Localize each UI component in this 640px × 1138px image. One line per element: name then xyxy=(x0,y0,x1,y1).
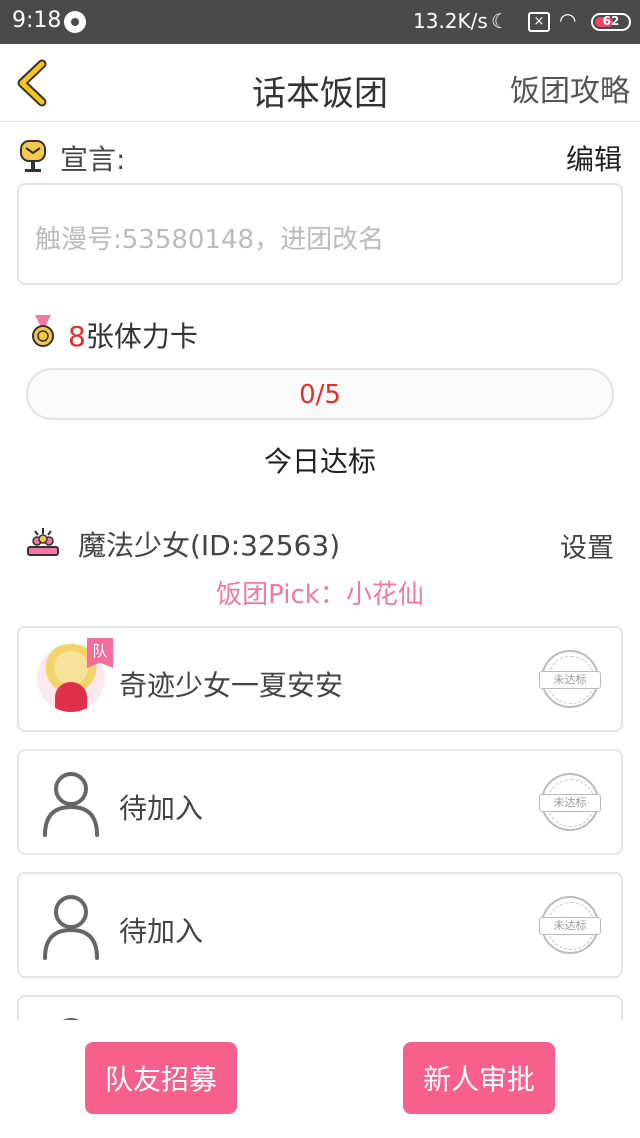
member-name: 待加入 xyxy=(119,915,204,948)
slogan-header: 宣言: 编辑 xyxy=(18,136,622,176)
member-list: 队 奇迹少女一夏安安 未达标 待加入 未达标 待加入 未达标 xyxy=(17,626,623,1020)
guide-link[interactable]: 饭团攻略 xyxy=(510,66,630,110)
stamina-card-label: 张体力卡 xyxy=(85,320,198,353)
member-card-empty[interactable]: 待加入 未达标 xyxy=(17,749,623,855)
team-icon xyxy=(27,528,59,556)
today-target-label: 今日达标 xyxy=(263,445,376,478)
daily-progress-bar: 0/5 xyxy=(26,368,614,420)
status-time: 9:18 xyxy=(12,8,62,33)
member-name: 奇迹少女一夏安安 xyxy=(119,669,344,702)
member-card-partial[interactable] xyxy=(17,995,623,1020)
battery-level: 62 xyxy=(602,14,620,28)
settings-button[interactable]: 设置 xyxy=(560,526,614,565)
battery-icon: 62 xyxy=(591,13,631,31)
bottom-action-bar: 队友招募 新人审批 xyxy=(0,1020,640,1138)
slogan-box: 触漫号:53580148，进团改名 xyxy=(17,183,623,285)
approve-button[interactable]: 新人审批 xyxy=(403,1042,555,1114)
progress-text: 0/5 xyxy=(299,380,341,410)
status-stamp-icon: 未达标 xyxy=(539,896,601,954)
status-stamp-icon: 未达标 xyxy=(539,773,601,831)
status-stamp-text: 未达标 xyxy=(539,917,601,935)
slogan-label: 宣言: xyxy=(60,143,126,176)
member-card-leader[interactable]: 队 奇迹少女一夏安安 未达标 xyxy=(17,626,623,732)
stamina-card-count: 8 xyxy=(68,320,86,353)
edit-button[interactable]: 编辑 xyxy=(566,138,622,178)
person-placeholder-icon xyxy=(43,895,99,960)
network-speed: 13.2K/s xyxy=(413,9,488,33)
status-stamp-text: 未达标 xyxy=(539,671,601,689)
team-pick: 饭团Pick：小花仙 xyxy=(216,580,424,610)
member-card-empty[interactable]: 待加入 未达标 xyxy=(17,872,623,978)
medal-icon xyxy=(32,315,54,347)
team-header: 魔法少女(ID:32563) 设置 xyxy=(26,522,614,566)
member-name: 待加入 xyxy=(119,792,204,825)
do-not-disturb-icon: ☾ xyxy=(491,9,509,33)
status-stamp-icon: 未达标 xyxy=(539,650,601,708)
slogan-text: 触漫号:53580148，进团改名 xyxy=(35,225,385,255)
nav-bar: 话本饭团 饭团攻略 xyxy=(0,44,640,122)
recruit-button[interactable]: 队友招募 xyxy=(85,1042,237,1114)
team-name: 魔法少女(ID:32563) xyxy=(78,529,341,562)
person-placeholder-icon xyxy=(43,772,99,837)
wifi-icon: ◠ xyxy=(559,8,577,32)
sim-icon: × xyxy=(528,12,550,32)
mailbox-icon xyxy=(20,140,46,172)
status-stamp-text: 未达标 xyxy=(539,794,601,812)
stamina-card-text: 8张体力卡 xyxy=(68,315,198,355)
notification-icon xyxy=(64,11,86,33)
status-bar: 9:18 13.2K/s ☾ × ◠ 62 xyxy=(0,0,640,44)
